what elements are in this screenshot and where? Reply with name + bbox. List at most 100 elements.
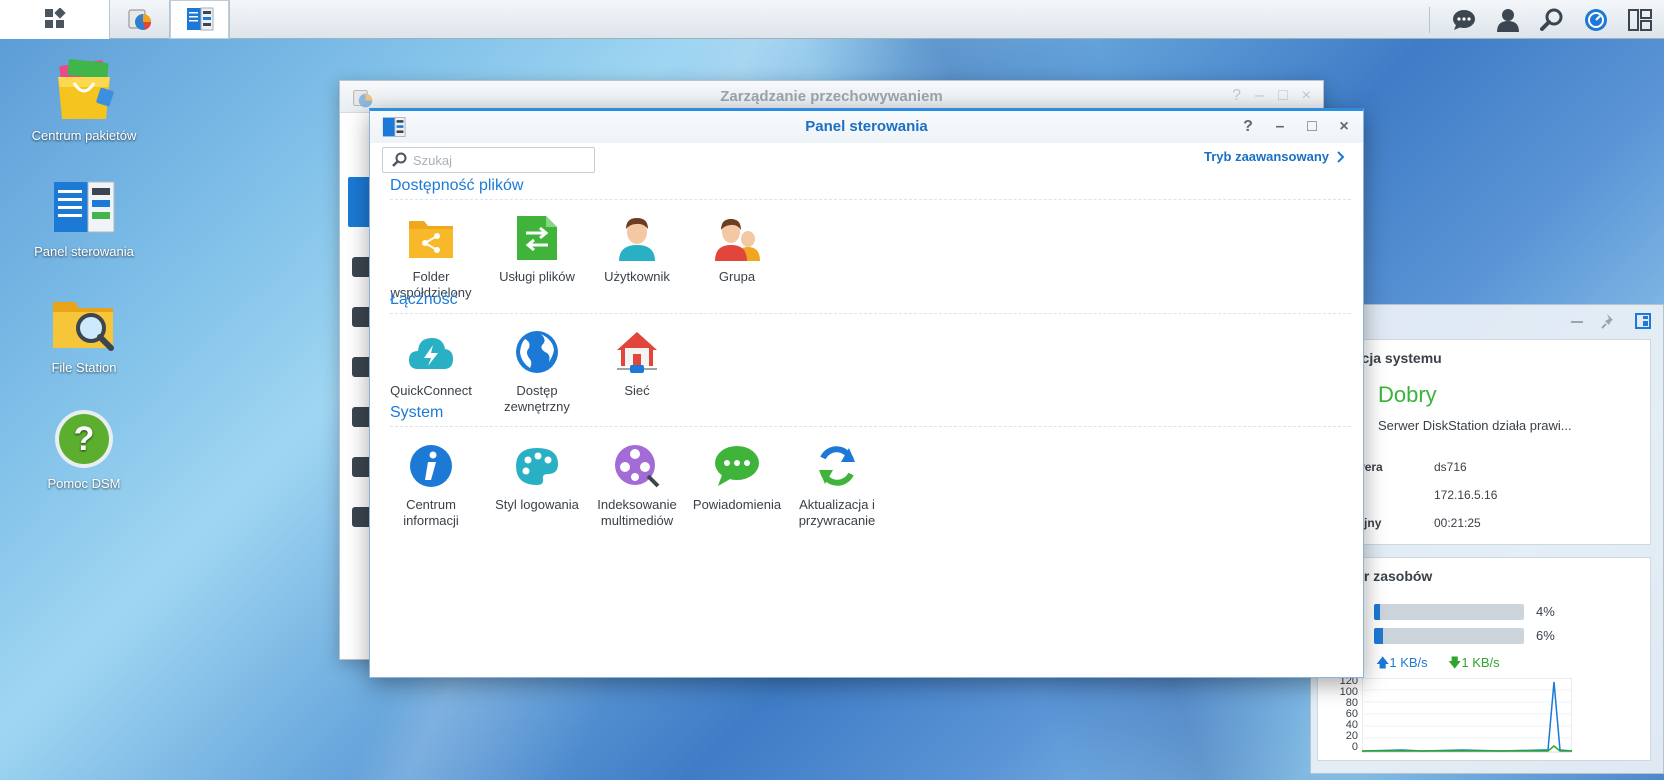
palette-icon — [516, 448, 558, 485]
health-message: Serwer DiskStation działa prawi... — [1378, 418, 1572, 433]
chat-icon — [1453, 9, 1475, 30]
desktop-icon-label: Panel sterowania — [34, 244, 134, 259]
pin-icon[interactable] — [1601, 313, 1617, 329]
desktop-icon-control-panel[interactable]: Panel sterowania — [19, 172, 149, 259]
info-icon — [410, 445, 452, 487]
pie-disk-icon — [128, 9, 151, 30]
tray-separator — [1429, 6, 1430, 33]
control-item-notifications[interactable]: Powiadomienia — [684, 441, 790, 513]
svg-text:?: ? — [74, 420, 95, 458]
quickconnect-cloud-icon — [409, 338, 453, 369]
section-title-file-sharing: Dostępność plików — [390, 177, 524, 194]
close-button[interactable]: × — [1335, 118, 1353, 136]
control-item-network[interactable]: Sieć — [584, 327, 690, 399]
desktop-icon-label: File Station — [51, 360, 117, 375]
widgets-button[interactable] — [1580, 4, 1612, 36]
widget-minimize-icon[interactable] — [1571, 321, 1583, 323]
control-panel-icon — [54, 181, 115, 233]
maximize-button[interactable]: □ — [1278, 87, 1288, 105]
ram-usage-bar — [1374, 628, 1524, 644]
chart-tick-labels: 120 100 80 60 40 20 0 — [1339, 675, 1358, 753]
arrow-up-icon: 🡅 — [1376, 655, 1390, 670]
arrow-down-icon: 🡇 — [1448, 655, 1462, 670]
upload-speed: 🡅1 KB/s — [1376, 655, 1428, 670]
control-item-info-center[interactable]: Centrum informacji — [378, 441, 484, 529]
search-icon — [1540, 8, 1563, 31]
close-button[interactable]: × — [1302, 87, 1311, 105]
desktop-icon-label: Pomoc DSM — [47, 476, 121, 491]
control-panel-taskbar-button[interactable] — [170, 0, 230, 39]
control-item-media-indexing[interactable]: Indeksowanie multimediów — [584, 441, 690, 529]
ram-usage-fill — [1374, 628, 1383, 644]
package-bag-icon — [58, 59, 114, 119]
desktop-icon-file-station[interactable]: File Station — [19, 288, 149, 375]
control-item-file-services[interactable]: Usługi plików — [484, 213, 590, 285]
chat-button[interactable] — [1448, 4, 1480, 36]
control-item-quickconnect[interactable]: QuickConnect — [378, 327, 484, 399]
help-button[interactable]: ? — [1232, 87, 1241, 105]
main-menu-icon — [44, 8, 66, 28]
main-menu-button[interactable] — [0, 0, 110, 39]
desktop-icon-package-center[interactable]: Centrum pakietów — [19, 56, 149, 143]
system-health-card: Kondycja systemu Dobry Serwer DiskStatio… — [1299, 339, 1651, 545]
section-divider — [390, 426, 1351, 427]
desktop-icon-dsm-help[interactable]: ? Pomoc DSM — [19, 404, 149, 491]
user-button[interactable] — [1492, 4, 1524, 36]
pie-disk-icon — [353, 89, 373, 108]
section-divider — [390, 199, 1351, 200]
chat-bubble-icon — [715, 446, 759, 486]
chevron-right-icon — [1337, 150, 1345, 163]
control-panel-title: Panel sterowania — [805, 118, 928, 135]
folder-search-icon — [53, 302, 114, 351]
help-button[interactable]: ? — [1239, 118, 1257, 136]
control-item-group[interactable]: Grupa — [684, 213, 790, 285]
desktop-icon-label: Centrum pakietów — [31, 128, 137, 143]
cpu-usage-bar — [1374, 604, 1524, 620]
resource-monitor-card: Monitor zasobów 4% 6% 1 ▾ 🡅1 KB/s 🡇1 KB/… — [1317, 557, 1651, 761]
section-divider — [390, 313, 1351, 314]
search-button[interactable] — [1536, 4, 1568, 36]
uptime-value: 00:21:25 — [1434, 516, 1481, 530]
help-icon: ? — [55, 410, 113, 468]
search-icon — [392, 152, 407, 167]
download-speed: 🡇1 KB/s — [1448, 655, 1500, 670]
show-desktop-button[interactable] — [1624, 4, 1656, 36]
search-field[interactable] — [382, 147, 595, 173]
minimize-button[interactable]: – — [1255, 87, 1264, 105]
advanced-mode-link[interactable]: Tryb zaawansowany — [1204, 149, 1345, 164]
group-icon — [715, 219, 760, 261]
minimize-button[interactable]: – — [1271, 118, 1289, 136]
file-services-icon — [517, 216, 557, 260]
user-icon — [1497, 8, 1519, 32]
globe-icon — [516, 331, 558, 373]
media-reel-icon — [615, 445, 660, 488]
maximize-button[interactable]: □ — [1303, 118, 1321, 136]
ram-usage-percent: 6% — [1536, 628, 1555, 643]
widget-gauge-icon — [1585, 8, 1607, 31]
user-icon — [619, 218, 655, 261]
search-input[interactable] — [413, 152, 593, 168]
refresh-icon — [819, 446, 855, 486]
control-item-update-restore[interactable]: Aktualizacja i przywracanie — [784, 441, 890, 529]
section-title-connectivity: Łączność — [390, 291, 458, 308]
network-house-icon — [617, 332, 657, 373]
widget-layout-icon[interactable] — [1635, 313, 1651, 329]
taskbar — [0, 0, 1664, 39]
control-panel-window[interactable]: Panel sterowania ? – □ × Tryb zaawansowa… — [369, 108, 1364, 678]
cpu-usage-percent: 4% — [1536, 604, 1555, 619]
control-item-login-style[interactable]: Styl logowania — [484, 441, 590, 513]
control-panel-titlebar[interactable]: Panel sterowania ? – □ × — [370, 111, 1363, 143]
health-status: Dobry — [1378, 382, 1437, 407]
control-item-external-access[interactable]: Dostęp zewnętrzny — [484, 327, 590, 415]
lan-ip-value: 172.16.5.16 — [1434, 488, 1498, 502]
cpu-usage-fill — [1374, 604, 1380, 620]
shared-folder-icon — [409, 221, 453, 258]
control-item-shared-folder[interactable]: Folder współdzielony — [378, 213, 484, 301]
control-item-user[interactable]: Użytkownik — [584, 213, 690, 285]
section-title-system: System — [390, 404, 444, 421]
control-panel-icon — [186, 7, 213, 31]
server-name-value: ds716 — [1434, 460, 1467, 474]
storage-manager-taskbar-button[interactable] — [110, 0, 170, 39]
network-chart: 120 100 80 60 40 20 0 — [1318, 676, 1648, 760]
desktop-layout-icon — [1628, 8, 1652, 31]
